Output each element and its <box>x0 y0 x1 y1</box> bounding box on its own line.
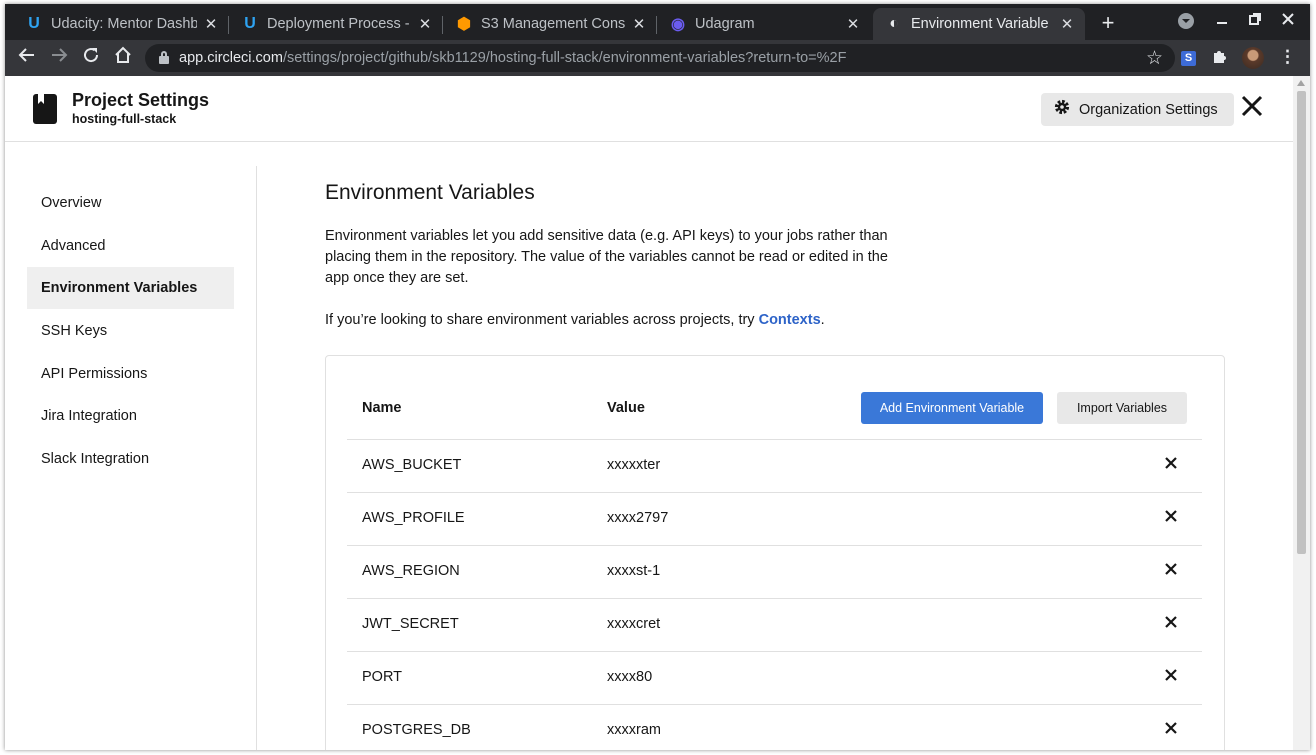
scroll-up-arrow-icon[interactable] <box>1297 80 1305 86</box>
variable-name: POSTGRES_DB <box>362 722 471 738</box>
project-name: hosting-full-stack <box>72 112 177 126</box>
variable-name: AWS_REGION <box>362 563 460 579</box>
close-icon[interactable]: ✕ <box>1059 15 1075 33</box>
tab-deployment-process[interactable]: U Deployment Process - ✕ <box>229 8 443 40</box>
bookmark-star-icon[interactable]: ☆ <box>1146 47 1163 70</box>
contexts-hint-text: If you’re looking to share environment v… <box>325 312 759 328</box>
close-icon[interactable]: ✕ <box>417 15 433 33</box>
menu-kebab-icon[interactable]: ⋮ <box>1279 47 1296 67</box>
home-icon[interactable] <box>111 46 135 70</box>
variable-name: AWS_BUCKET <box>362 457 462 473</box>
gear-icon <box>1053 98 1071 121</box>
delete-variable-icon[interactable] <box>1162 719 1180 741</box>
delete-variable-icon[interactable] <box>1162 560 1180 582</box>
section-title: Environment Variables <box>325 181 535 204</box>
close-icon[interactable]: ✕ <box>845 15 861 33</box>
delete-variable-icon[interactable] <box>1162 666 1180 688</box>
forward-icon[interactable] <box>47 46 71 70</box>
aws-icon: ⬢ <box>457 16 471 33</box>
variable-value: xxxx80 <box>607 669 653 685</box>
address-bar[interactable]: app.circleci.com/settings/project/github… <box>145 44 1175 72</box>
tab-title: Deployment Process - <box>267 16 410 32</box>
tab-udagram[interactable]: ◉ Udagram ✕ <box>657 8 871 40</box>
tab-s3-management[interactable]: ⬢ S3 Management Cons ✕ <box>443 8 657 40</box>
import-variables-button[interactable]: Import Variables <box>1057 392 1187 424</box>
settings-sidebar: Overview Advanced Environment Variables … <box>5 166 257 750</box>
organization-settings-button[interactable]: Organization Settings <box>1041 93 1234 126</box>
udacity-icon: U <box>28 15 40 32</box>
window-close-icon[interactable] <box>1278 12 1298 30</box>
browser-toolbar: app.circleci.com/settings/project/github… <box>5 40 1310 76</box>
column-header-name: Name <box>362 400 402 416</box>
tab-strip: U Udacity: Mentor Dashb ✕ U Deployment P… <box>5 4 1310 40</box>
lock-icon[interactable] <box>159 51 169 64</box>
tab-title: S3 Management Cons <box>481 16 625 32</box>
browser-window: U Udacity: Mentor Dashb ✕ U Deployment P… <box>5 4 1310 750</box>
ionic-icon: ◉ <box>671 16 685 33</box>
profile-avatar[interactable] <box>1242 47 1264 69</box>
minimize-icon[interactable] <box>1212 12 1232 30</box>
section-description: Environment variables let you add sensit… <box>325 228 888 286</box>
tab-title: Udagram <box>695 16 755 32</box>
variable-value: xxxxcret <box>607 616 661 632</box>
project-book-icon <box>33 94 57 124</box>
tab-udacity-mentor[interactable]: U Udacity: Mentor Dashb ✕ <box>13 8 229 40</box>
sidebar-item-advanced[interactable]: Advanced <box>27 225 234 267</box>
table-row: AWS_BUCKET xxxxxter <box>347 439 1202 492</box>
delete-variable-icon[interactable] <box>1162 613 1180 635</box>
url-text[interactable]: app.circleci.com/settings/project/github… <box>179 50 846 66</box>
variable-value: xxxx2797 <box>607 510 669 526</box>
column-header-value: Value <box>607 400 645 416</box>
table-row: POSTGRES_DB xxxxram <box>347 704 1202 750</box>
scrollbar-thumb[interactable] <box>1297 91 1306 554</box>
sidebar-item-slack-integration[interactable]: Slack Integration <box>27 438 234 480</box>
close-settings-icon[interactable] <box>1240 93 1264 123</box>
page-scrollbar[interactable] <box>1293 76 1310 750</box>
contexts-link[interactable]: Contexts <box>759 312 821 328</box>
close-icon[interactable]: ✕ <box>631 15 647 33</box>
sidebar-item-jira-integration[interactable]: Jira Integration <box>27 395 234 437</box>
url-host: app.circleci.com <box>179 50 283 66</box>
close-icon[interactable]: ✕ <box>203 15 219 33</box>
sidebar-item-ssh-keys[interactable]: SSH Keys <box>27 310 234 352</box>
env-vars-card: Name Value Add Environment Variable Impo… <box>325 355 1225 750</box>
variable-name: AWS_PROFILE <box>362 510 465 526</box>
table-row: PORT xxxx80 <box>347 651 1202 704</box>
sidebar-item-overview[interactable]: Overview <box>27 182 234 224</box>
circleci-icon: ◐ <box>889 15 899 32</box>
page-title: Project Settings <box>72 90 210 110</box>
back-icon[interactable] <box>15 46 39 70</box>
new-tab-button[interactable]: + <box>1095 11 1121 37</box>
variable-name: PORT <box>362 669 403 685</box>
extension-s-icon[interactable]: S <box>1181 51 1196 66</box>
organization-settings-label: Organization Settings <box>1079 101 1218 118</box>
tab-environment-variables[interactable]: ◐ Environment Variable ✕ <box>873 8 1085 40</box>
variable-name: JWT_SECRET <box>362 616 459 632</box>
restore-icon[interactable] <box>1245 12 1265 30</box>
contexts-hint: If you’re looking to share environment v… <box>325 312 825 328</box>
variable-value: xxxxst-1 <box>607 563 661 579</box>
profile-dropdown-icon[interactable] <box>1176 12 1196 34</box>
table-row: AWS_PROFILE xxxx2797 <box>347 492 1202 545</box>
reload-icon[interactable] <box>79 46 103 70</box>
page-header: Project Settings hosting-full-stack Orga… <box>5 76 1293 142</box>
table-row: AWS_REGION xxxxst-1 <box>347 545 1202 598</box>
tab-title: Udacity: Mentor Dashb <box>51 16 197 32</box>
delete-variable-icon[interactable] <box>1162 507 1180 529</box>
sidebar-item-api-permissions[interactable]: API Permissions <box>27 353 234 395</box>
add-environment-variable-button[interactable]: Add Environment Variable <box>861 392 1043 424</box>
page-content: Project Settings hosting-full-stack Orga… <box>5 76 1293 750</box>
udacity-icon: U <box>244 15 256 32</box>
contexts-hint-end: . <box>820 312 825 328</box>
table-row: JWT_SECRET xxxxcret <box>347 598 1202 651</box>
delete-variable-icon[interactable] <box>1162 454 1180 476</box>
variable-value: xxxxram <box>607 722 661 738</box>
tab-title: Environment Variable <box>911 16 1049 32</box>
sidebar-item-environment-variables[interactable]: Environment Variables <box>27 267 234 309</box>
extensions-puzzle-icon[interactable] <box>1211 48 1227 69</box>
variable-value: xxxxxter <box>607 457 661 473</box>
url-path: /settings/project/github/skb1129/hosting… <box>282 50 847 66</box>
